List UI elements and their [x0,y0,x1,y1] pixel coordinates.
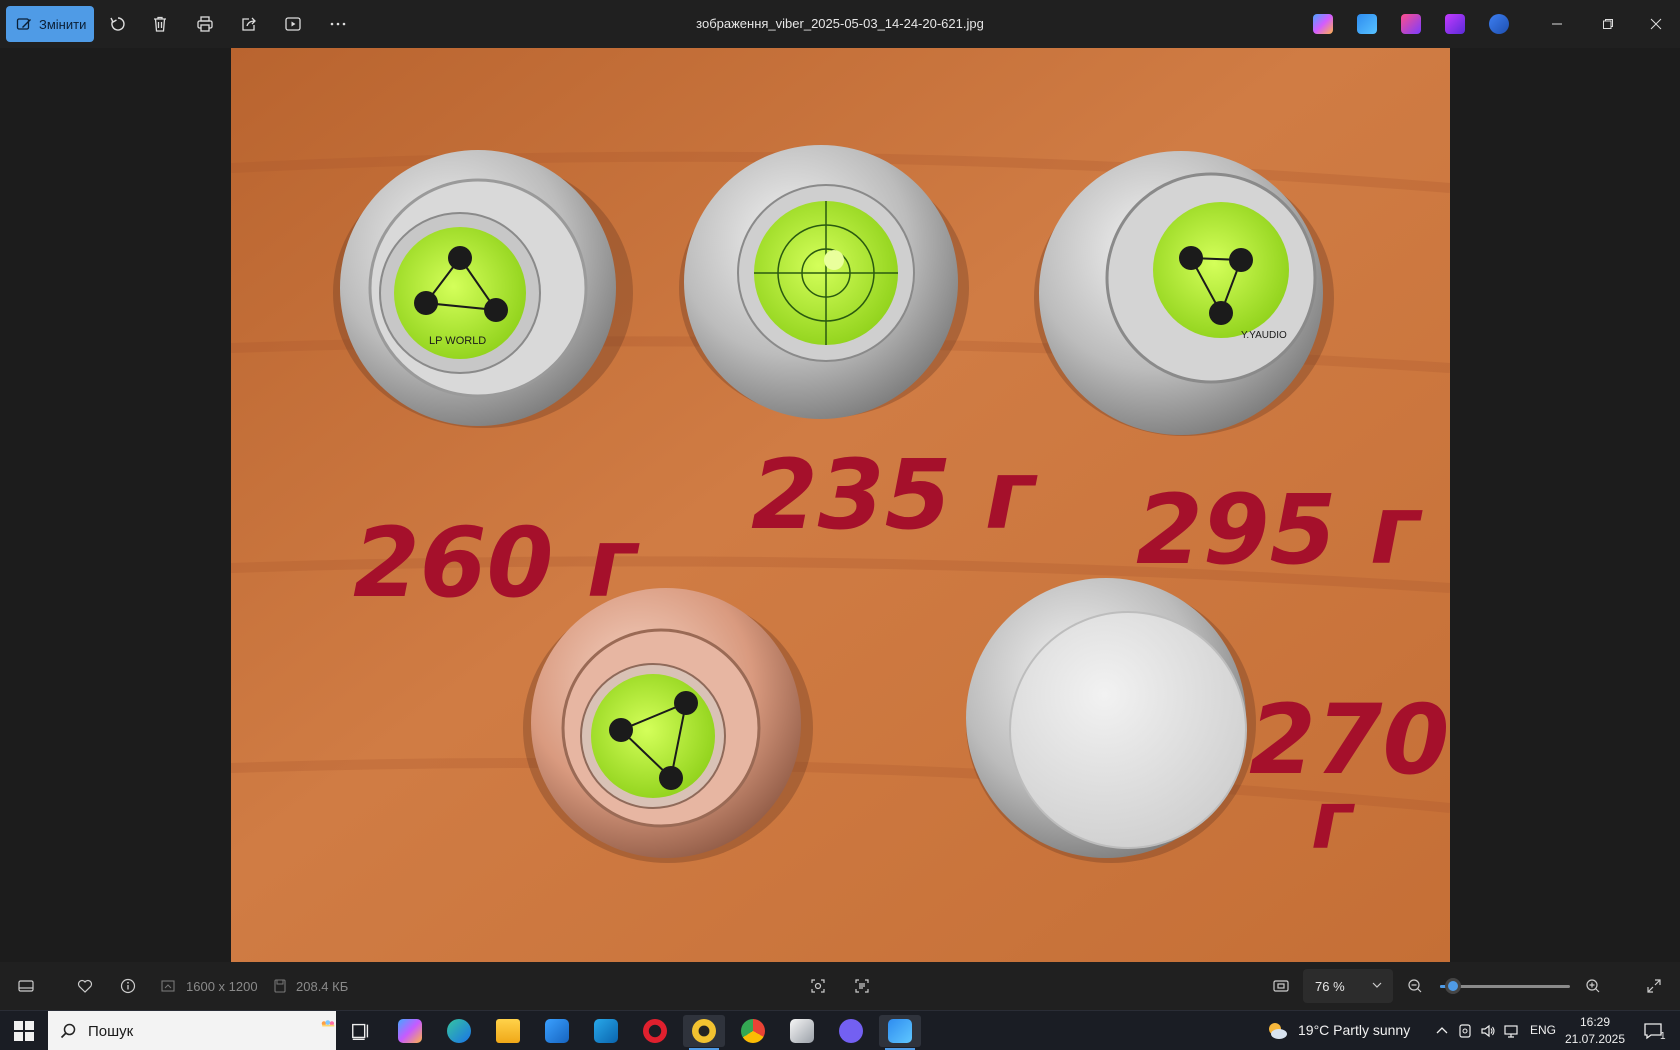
taskbar-video-editor[interactable] [781,1015,823,1047]
image-viewport[interactable]: LP WORLD Y.YAUDIO 260 г 235 г 295 г 270 … [0,48,1680,962]
zoom-out-icon[interactable] [1405,976,1425,996]
slideshow-icon[interactable] [281,12,305,36]
weight-label-270-unit: г [1311,774,1355,867]
print-icon[interactable] [193,12,217,36]
task-view-icon [352,1023,369,1040]
outlook-icon [594,1019,618,1043]
copilot-app-icon [398,1019,422,1043]
taskbar-chrome[interactable] [732,1015,774,1047]
delete-icon[interactable] [148,12,172,36]
zoom-slider[interactable] [1440,978,1570,994]
opera-icon [643,1019,667,1043]
weight-label-235: 235 г [751,439,1038,551]
clock-date: 21.07.2025 [1564,1032,1626,1046]
search-placeholder: Пошук [88,1022,134,1040]
taskbar-viber[interactable] [830,1015,872,1047]
favorite-icon[interactable] [75,976,95,996]
share-icon[interactable] [237,12,261,36]
visual-search-icon[interactable] [808,976,828,996]
restore-button[interactable] [1593,10,1623,38]
taskbar-edge[interactable] [438,1015,480,1047]
onedrive-icon[interactable] [1489,14,1509,34]
edge-icon [447,1019,471,1043]
edit-button[interactable]: Змінити [6,6,94,42]
rotate-icon[interactable] [106,12,130,36]
dimensions-icon [158,976,178,996]
search-icon [60,1023,76,1039]
clapper-icon [790,1019,814,1043]
taskbar-copilot[interactable] [389,1015,431,1047]
edit-image-icon [16,18,31,30]
status-bar: 1600 x 1200 208.4 КБ 76 % [0,962,1680,1010]
chrome-icon [741,1019,765,1043]
designer-icon[interactable] [1401,14,1421,34]
minimize-button[interactable] [1542,10,1572,38]
level-brand-text: LP WORLD [429,335,486,347]
weight-label-260: 260 г [353,507,640,619]
store-icon [545,1019,569,1043]
network-icon[interactable] [1503,1023,1519,1039]
folder-icon [496,1019,520,1043]
meet-now-icon[interactable] [1457,1023,1473,1039]
edit-button-label: Змінити [39,16,87,32]
file-size-icon [270,976,290,996]
chevron-up-icon[interactable] [1434,1023,1450,1039]
clipchamp-icon[interactable] [1445,14,1465,34]
taskbar-opera[interactable] [634,1015,676,1047]
title-bar: Змінити зображення_viber_2025-05-03_14-2… [0,0,1680,48]
taskbar-store[interactable] [536,1015,578,1047]
photos-editor-icon[interactable] [1357,14,1377,34]
photo: LP WORLD Y.YAUDIO 260 г 235 г 295 г 270 … [231,48,1450,962]
taskbar-app-active[interactable] [683,1015,725,1050]
info-icon[interactable] [118,976,138,996]
scan-text-icon[interactable] [852,976,872,996]
fullscreen-icon[interactable] [1644,976,1664,996]
zoom-dropdown[interactable]: 76 % [1303,969,1393,1003]
copilot-icon[interactable] [1313,14,1333,34]
more-icon[interactable] [326,12,350,36]
close-button[interactable] [1641,10,1671,38]
windows-start-icon[interactable] [14,1021,34,1041]
image-dimensions: 1600 x 1200 [186,979,258,994]
zoom-value: 76 % [1315,978,1345,994]
taskbar-search[interactable]: Пошук [48,1011,336,1050]
clock-time: 16:29 [1579,1015,1611,1029]
taskbar-outlook[interactable] [585,1015,627,1047]
taskbar-file-explorer[interactable] [487,1015,529,1047]
viber-icon [839,1019,863,1043]
weather-icon[interactable] [1266,1020,1288,1042]
weather-text[interactable]: 19°C Partly sunny [1298,1022,1410,1038]
zoom-in-icon[interactable] [1583,976,1603,996]
taskbar: Пошук 19°C Partly sunny ENG 16:29 21.07.… [0,1010,1680,1050]
zoom-slider-thumb[interactable] [1445,978,1461,994]
weight-label-295: 295 г [1136,474,1423,586]
file-size: 208.4 КБ [296,979,349,994]
level-brand-alt-text: Y.YAUDIO [1241,330,1287,341]
notification-count: 1 [1660,1031,1666,1042]
app-icon [692,1019,716,1043]
volume-icon[interactable] [1480,1023,1496,1039]
input-language[interactable]: ENG [1530,1023,1556,1037]
fit-to-window-icon[interactable] [1271,976,1291,996]
task-view-button[interactable] [340,1015,382,1047]
taskbar-photos[interactable] [879,1015,921,1050]
filmstrip-icon[interactable] [16,976,36,996]
clock[interactable]: 16:29 21.07.2025 [1560,1014,1630,1048]
photos-app-icon [888,1019,912,1043]
search-highlight-icon [321,1020,335,1027]
chevron-down-icon [1372,982,1382,988]
